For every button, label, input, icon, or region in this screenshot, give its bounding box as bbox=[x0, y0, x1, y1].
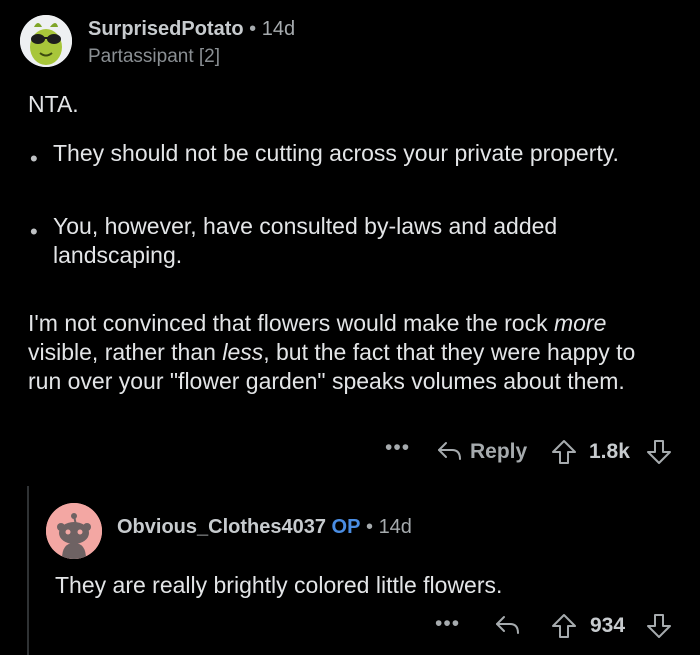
reply-label[interactable]: Reply bbox=[470, 440, 527, 464]
emphasis-text: more bbox=[553, 310, 607, 336]
reply-button[interactable] bbox=[436, 439, 464, 468]
separator-dot: • bbox=[360, 516, 379, 538]
downvote-arrow-icon bbox=[647, 440, 671, 464]
bullet-point-icon: • bbox=[30, 146, 38, 171]
potato-avatar-icon bbox=[20, 15, 72, 67]
more-options-button[interactable]: ••• bbox=[435, 612, 460, 636]
username[interactable]: SurprisedPotato bbox=[88, 18, 244, 40]
upvote-arrow-icon bbox=[552, 440, 576, 464]
downvote-button[interactable] bbox=[645, 612, 673, 645]
reply-arrow-icon bbox=[438, 442, 461, 460]
comment-author-line: SurprisedPotato • 14d bbox=[88, 18, 295, 41]
downvote-arrow-icon bbox=[647, 614, 671, 638]
snoo-avatar-icon bbox=[46, 503, 102, 559]
avatar[interactable] bbox=[20, 15, 72, 67]
op-badge: OP bbox=[331, 516, 361, 538]
user-flair: Partassipant [2] bbox=[88, 46, 221, 67]
thread-line[interactable] bbox=[27, 486, 29, 655]
comment-verdict: NTA. bbox=[28, 91, 79, 117]
upvote-button[interactable] bbox=[550, 438, 578, 471]
paragraph-text: I'm not convinced that flowers would mak… bbox=[28, 310, 554, 336]
timestamp: 14d bbox=[261, 18, 296, 40]
reply-author-line: Obvious_Clothes4037 OP • 14d bbox=[117, 516, 412, 539]
more-options-button[interactable]: ••• bbox=[385, 436, 410, 460]
timestamp: 14d bbox=[378, 516, 412, 538]
username[interactable]: Obvious_Clothes4037 bbox=[117, 516, 326, 538]
reply-arrow-icon bbox=[496, 616, 519, 634]
list-item: They should not be cutting across your p… bbox=[53, 140, 619, 166]
separator-dot: • bbox=[243, 18, 262, 40]
reply-button[interactable] bbox=[494, 613, 522, 642]
list-item: You, however, have consulted by-laws and… bbox=[53, 213, 558, 268]
downvote-button[interactable] bbox=[645, 438, 673, 471]
vote-score: 934 bbox=[590, 614, 626, 637]
comment-paragraph: I'm not convinced that flowers would mak… bbox=[28, 309, 668, 396]
upvote-button[interactable] bbox=[550, 612, 578, 645]
bullet-point-icon: • bbox=[30, 219, 38, 244]
avatar[interactable] bbox=[46, 503, 102, 559]
upvote-arrow-icon bbox=[552, 614, 576, 638]
reply-body: They are really brightly colored little … bbox=[55, 572, 503, 598]
vote-score: 1.8k bbox=[589, 440, 630, 463]
emphasis-text: less bbox=[222, 339, 264, 365]
paragraph-text: visible, rather than bbox=[28, 339, 223, 365]
